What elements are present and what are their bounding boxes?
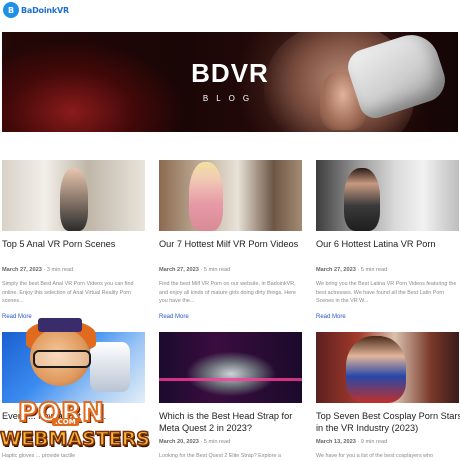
graduation-cap-icon	[38, 318, 82, 332]
post-excerpt: We bring you the Best Latina VR Porn Vid…	[316, 281, 457, 305]
post-read-time: 5 min read	[203, 267, 231, 273]
post-card: Our 6 Hottest Latina VR Porn March 27, 2…	[316, 160, 459, 330]
watermark-line2: .COM	[52, 418, 79, 426]
read-more-link[interactable]: Read More	[159, 314, 189, 320]
post-date: March 20, 2023	[159, 439, 199, 445]
post-card: Top 5 Anal VR Porn Scenes March 27, 2023…	[2, 160, 145, 330]
post-card: Top Seven Best Cosplay Porn Stars in the…	[316, 332, 460, 460]
post-read-time: 3 min read	[46, 267, 74, 273]
post-thumbnail[interactable]	[2, 160, 145, 231]
post-excerpt: Looking for the Best Quest 2 Elite Strap…	[159, 453, 281, 459]
post-read-time: 5 min read	[203, 439, 231, 445]
post-excerpt: We have for you a list of the best cospl…	[316, 453, 434, 459]
post-meta: March 20, 2023 · 5 min read	[159, 439, 231, 445]
post-thumbnail[interactable]	[316, 332, 459, 403]
watermark-logo: PORN .COM WEBMASTERS	[0, 318, 151, 460]
post-card: Which is the Best Head Strap for Meta Qu…	[159, 332, 302, 460]
watermark-line3: WEBMASTERS	[0, 427, 151, 451]
post-thumbnail[interactable]	[316, 160, 459, 231]
post-date: March 13, 2023	[316, 439, 356, 445]
post-title[interactable]: Top Seven Best Cosplay Porn Stars in the…	[316, 410, 460, 434]
post-read-time: 9 min read	[360, 439, 388, 445]
post-read-time: 5 min read	[360, 267, 388, 273]
post-excerpt: Simply the best Best Anal VR Porn Videos…	[2, 281, 134, 305]
post-meta: March 27, 2023 · 5 min read	[316, 267, 388, 273]
read-more-link[interactable]: Read More	[316, 314, 346, 320]
post-thumbnail[interactable]	[159, 332, 302, 403]
post-date: March 27, 2023	[159, 267, 199, 273]
post-excerpt: Find the best Milf VR Porn on our websit…	[159, 281, 296, 305]
post-title[interactable]: Which is the Best Head Strap for Meta Qu…	[159, 410, 309, 434]
post-date: March 27, 2023	[2, 267, 42, 273]
post-card: Our 7 Hottest Milf VR Porn Videos March …	[159, 160, 302, 330]
post-thumbnail[interactable]	[159, 160, 302, 231]
post-meta: March 27, 2023 · 5 min read	[159, 267, 231, 273]
post-title[interactable]: Our 6 Hottest Latina VR Porn	[316, 238, 460, 250]
post-meta: March 13, 2023 · 9 min read	[316, 439, 388, 445]
post-title[interactable]: Top 5 Anal VR Porn Scenes	[2, 238, 152, 250]
post-title[interactable]: Our 7 Hottest Milf VR Porn Videos	[159, 238, 309, 250]
post-date: March 27, 2023	[316, 267, 356, 273]
glasses-icon	[33, 350, 91, 368]
post-meta: March 27, 2023 · 3 min read	[2, 267, 74, 273]
